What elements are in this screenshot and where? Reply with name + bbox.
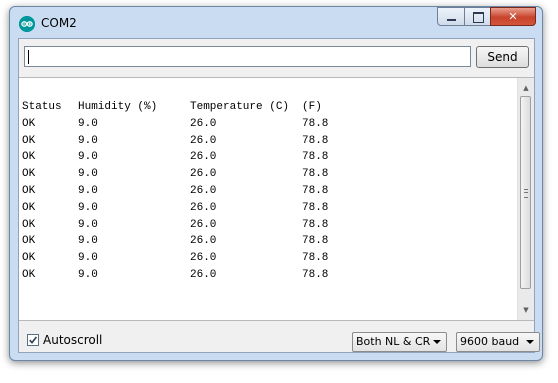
output-header-cell: Humidity (%) [78,101,158,113]
output-cell: 26.0 [190,168,217,181]
output-cell: 26.0 [190,184,217,197]
chevron-up-icon[interactable]: ▲ [518,80,534,96]
output-cell: 78.8 [302,151,329,164]
output-cell: OK [22,134,36,147]
chevron-down-icon [526,340,534,344]
close-button[interactable]: ✕ [490,7,536,26]
baud-rate-select[interactable]: 9600 baud [456,332,540,352]
output-cell: OK [22,218,36,231]
window-title: COM2 [41,16,77,30]
output-cell: 26.0 [190,134,217,147]
output-cell: 78.8 [302,117,329,130]
output-cell: 9.0 [78,151,98,164]
minimize-icon [447,19,456,21]
title-bar[interactable]: COM2 ✕ [10,7,542,40]
output-cell: 78.8 [302,235,329,248]
minimize-button[interactable] [437,7,464,26]
output-cell: OK [22,184,36,197]
output-cell: OK [22,168,36,181]
output-header-cell: (F) [302,101,322,113]
serial-output-area[interactable]: Status Humidity (%) Temperature (C) (F) OK 9.… [19,77,534,321]
output-cell: 78.8 [302,218,329,231]
output-cell: 9.0 [78,134,98,147]
output-cell: 78.8 [302,134,329,147]
output-cell: OK [22,252,36,265]
baud-rate-value: 9600 baud [460,335,520,348]
send-row: Send [19,39,534,77]
line-ending-value: Both NL & CR [356,335,431,348]
output-cell: 26.0 [190,268,217,281]
output-cell: 9.0 [78,168,98,181]
output-cell: 9.0 [78,252,98,265]
output-cell: OK [22,151,36,164]
output-cell: OK [22,235,36,248]
output-cell: OK [22,201,36,214]
scrollbar-thumb[interactable] [520,96,531,289]
serial-monitor-window: COM2 ✕ Send Status Humidity (%) Temperatur… [9,6,543,361]
output-cell: 26.0 [190,252,217,265]
autoscroll-label: Autoscroll [43,333,103,347]
autoscroll-toggle[interactable]: Autoscroll [27,333,102,347]
status-bar: Autoscroll Both NL & CR 9600 baud [19,321,540,353]
output-cell: OK [22,268,36,281]
output-cell: 9.0 [78,218,98,231]
output-cell: 26.0 [190,218,217,231]
output-header-cell: Status [22,101,62,113]
serial-send-input[interactable] [24,46,471,67]
output-cell: 26.0 [190,235,217,248]
chevron-down-icon[interactable]: ▼ [518,302,534,318]
line-ending-select[interactable]: Both NL & CR [352,332,447,352]
output-cell: 9.0 [78,117,98,130]
output-cell: 26.0 [190,151,217,164]
output-header-cell: Temperature (C) [190,101,290,113]
output-cell: 78.8 [302,252,329,265]
output-cell: 9.0 [78,268,98,281]
send-button[interactable]: Send [476,46,529,68]
text-caret [28,50,29,64]
output-cell: 78.8 [302,168,329,181]
caption-buttons: ✕ [437,7,536,28]
output-cell: 78.8 [302,201,329,214]
output-cell: 9.0 [78,201,98,214]
output-cell: 9.0 [78,184,98,197]
close-icon: ✕ [508,10,518,23]
output-cell: 26.0 [190,117,217,130]
vertical-scrollbar[interactable]: ▲ ▼ [517,78,534,320]
maximize-button[interactable] [464,7,490,26]
client-area: Send Status Humidity (%) Temperature (C) (F… [18,38,540,353]
grip-icon [524,189,528,198]
output-cell: 78.8 [302,268,329,281]
output-cell: OK [22,117,36,130]
chevron-down-icon [433,340,441,344]
checkmark-icon [29,336,38,344]
output-cell: 78.8 [302,184,329,197]
arduino-infinity-icon [19,16,35,32]
autoscroll-checkbox[interactable] [27,334,39,346]
output-cell: 9.0 [78,235,98,248]
maximize-icon [473,12,484,23]
output-cell: 26.0 [190,201,217,214]
